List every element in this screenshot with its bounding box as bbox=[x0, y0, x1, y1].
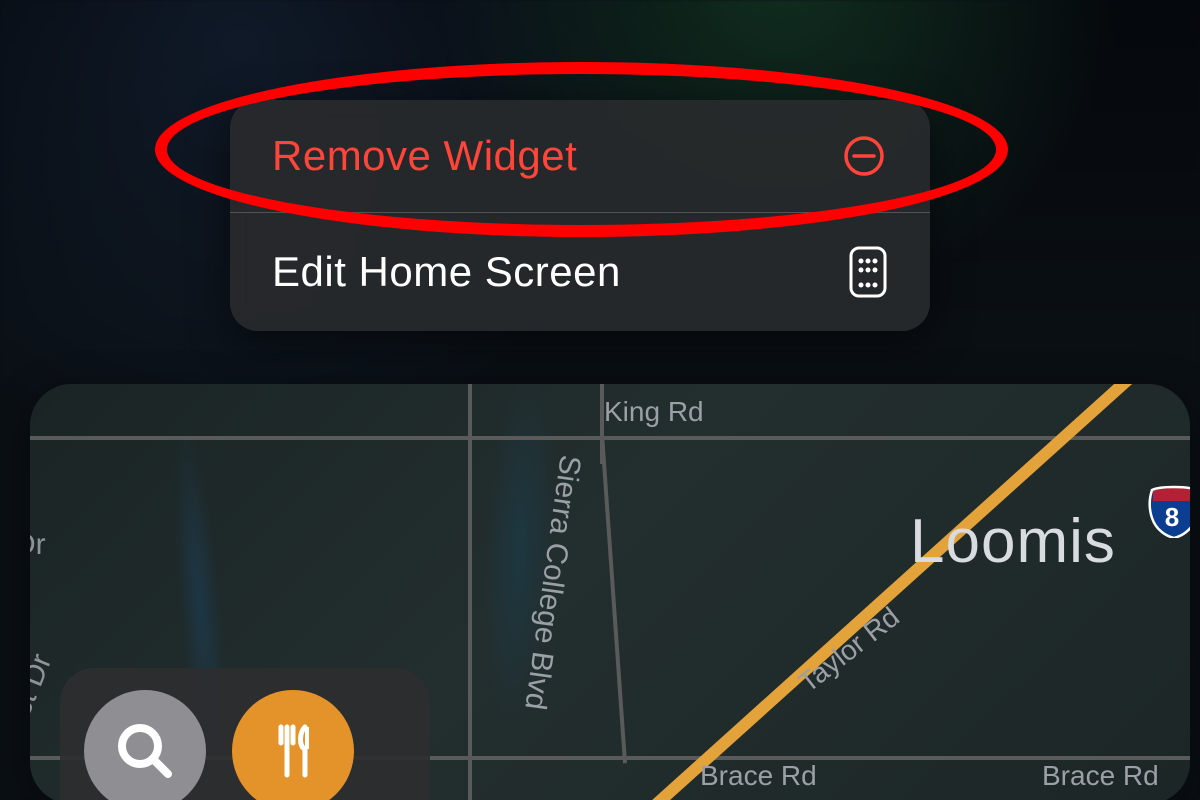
map-road bbox=[30, 436, 1190, 440]
road-label-partial: Dr bbox=[30, 528, 46, 562]
widget-context-menu: Remove Widget Edit Home Screen bbox=[230, 100, 930, 331]
apps-grid-icon bbox=[848, 245, 888, 299]
road-label-brace: Brace Rd bbox=[1042, 760, 1159, 792]
road-label-taylor: Taylor Rd bbox=[793, 601, 906, 699]
place-label-loomis: Loomis bbox=[910, 506, 1116, 577]
edit-home-screen-label: Edit Home Screen bbox=[272, 248, 621, 296]
road-label-king: King Rd bbox=[604, 396, 704, 428]
minus-circle-icon bbox=[840, 132, 888, 180]
search-nearby-button[interactable] bbox=[84, 690, 206, 800]
restaurants-nearby-button[interactable] bbox=[232, 690, 354, 800]
svg-text:8: 8 bbox=[1165, 502, 1179, 532]
remove-widget-row[interactable]: Remove Widget bbox=[230, 100, 930, 212]
road-label-brace: Brace Rd bbox=[700, 760, 817, 792]
maps-quick-actions bbox=[60, 668, 430, 800]
map-road bbox=[600, 434, 627, 763]
map-surface[interactable]: King Rd Sierra College Blvd Taylor Rd Br… bbox=[30, 384, 1190, 800]
interstate-shield-icon: 8 bbox=[1148, 484, 1190, 538]
edit-home-screen-row[interactable]: Edit Home Screen bbox=[230, 213, 930, 331]
map-highway bbox=[646, 384, 1190, 800]
road-label-partial: st Dr bbox=[30, 649, 59, 720]
map-road bbox=[468, 384, 472, 800]
maps-widget[interactable]: King Rd Sierra College Blvd Taylor Rd Br… bbox=[30, 384, 1190, 800]
remove-widget-label: Remove Widget bbox=[272, 132, 577, 180]
